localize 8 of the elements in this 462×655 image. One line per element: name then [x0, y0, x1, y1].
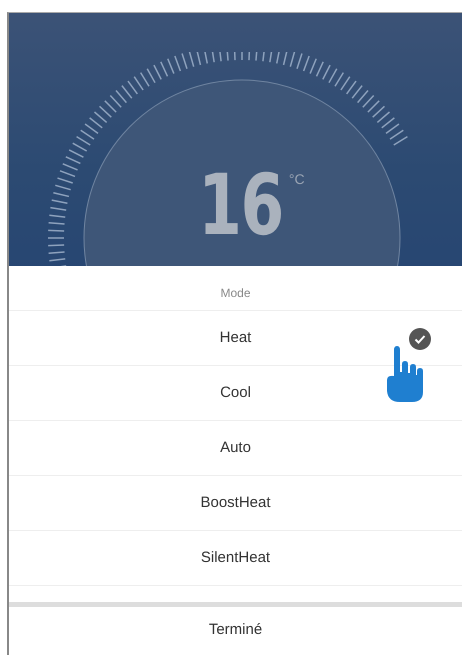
- temperature-value: 16: [198, 163, 283, 247]
- mode-option[interactable]: BoostHeat: [9, 476, 462, 531]
- hand-pointer-icon: [384, 346, 424, 404]
- sheet-title: Mode: [9, 266, 462, 311]
- mode-option[interactable]: SilentHeat: [9, 531, 462, 586]
- temperature-unit: °C: [288, 171, 305, 187]
- checkmark-icon: [409, 328, 431, 350]
- mode-option[interactable]: Auto: [9, 421, 462, 476]
